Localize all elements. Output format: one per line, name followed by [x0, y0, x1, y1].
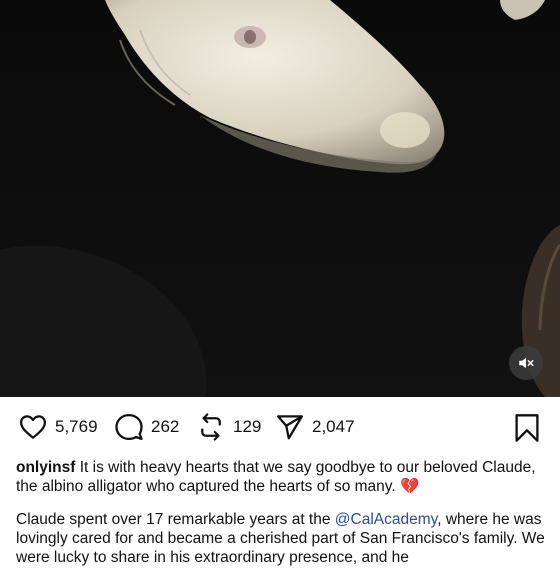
mention-link[interactable]: @CalAcademy	[335, 511, 437, 528]
caption-paragraph-1: onlyinsf It is with heavy hearts that we…	[16, 458, 546, 496]
mute-toggle-button[interactable]	[509, 346, 543, 380]
broken-heart-emoji: 💔	[400, 478, 420, 495]
alligator-photo	[0, 0, 560, 397]
caption-text: It is with heavy hearts that we say good…	[16, 459, 536, 495]
share-button[interactable]: 2,047	[275, 411, 355, 443]
repost-count: 129	[233, 417, 262, 436]
like-button[interactable]: 5,769	[18, 411, 98, 443]
repost-icon	[201, 413, 221, 441]
heart-icon	[20, 415, 46, 439]
caption-text-before-mention: Claude spent over 17 remarkable years at…	[16, 511, 335, 528]
comment-count: 262	[151, 417, 180, 436]
post-media[interactable]	[0, 0, 560, 397]
repost-button[interactable]: 129	[196, 411, 261, 443]
speaker-muted-icon	[519, 357, 534, 369]
caption-paragraph-2: Claude spent over 17 remarkable years at…	[16, 510, 546, 567]
post-caption: onlyinsf It is with heavy hearts that we…	[16, 458, 546, 581]
comment-button[interactable]: 262	[114, 411, 179, 443]
like-count: 5,769	[55, 417, 98, 436]
comment-bubble-icon	[115, 414, 143, 440]
share-count: 2,047	[312, 417, 355, 436]
caption-username[interactable]: onlyinsf	[16, 459, 75, 476]
post-action-bar: 5,769 262 129 2,047	[0, 397, 560, 457]
paper-plane-icon	[277, 415, 303, 440]
bookmark-icon[interactable]	[513, 413, 541, 443]
